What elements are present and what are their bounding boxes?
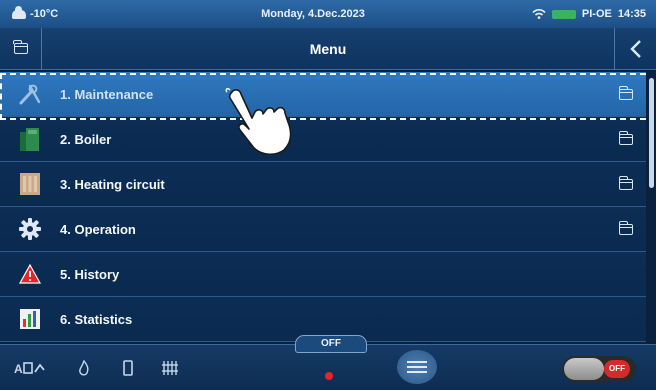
folder-icon [13,40,28,54]
bar-chart-icon [20,309,40,329]
cloud-icon [12,5,26,19]
folder-icon [618,175,633,190]
folder-icon [618,130,633,145]
menu-item-operation[interactable]: 4. Operation [0,207,646,252]
auto-mode-icon: A [14,362,45,375]
svg-text:A: A [14,362,23,375]
menu-item-label: 5. History [60,266,120,282]
power-toggle[interactable]: OFF [562,356,636,382]
title-bar: Menu [0,27,656,70]
wifi-icon [532,9,546,19]
menu-item-heating-circuit[interactable]: 3. Heating circuit [0,162,646,207]
menu-item-label: 3. Heating circuit [60,176,165,192]
radiator-icon [162,360,178,375]
outdoor-temperature: -10°C [30,8,59,20]
submenu-folder [606,175,646,190]
status-indicator-dot [325,372,333,380]
scroll-thumb[interactable] [649,78,654,188]
status-bar: -10°C Monday, 4.Dec.2023 PI-OE 14:35 [0,0,656,28]
submenu-folder [606,130,646,145]
weather-status: -10°C [0,5,200,20]
auto-mode-button[interactable]: A [0,345,60,390]
pointing-hand-icon [225,88,292,156]
chevron-left-icon [629,39,641,58]
warning-icon [19,264,41,284]
title-folder-button[interactable] [0,27,42,70]
boiler-button[interactable] [108,345,148,390]
menu-item-label: 4. Operation [60,221,136,237]
current-time: 14:35 [617,8,646,20]
menu-list: 1. Maintenance 2. Boiler 3. Heating circ… [0,72,646,342]
submenu-folder [606,85,646,100]
menu-item-history[interactable]: 5. History [0,252,646,297]
submenu-folder [606,220,646,235]
toggle-off-label: OFF [604,360,630,378]
flame-button[interactable] [60,345,108,390]
flame-icon [79,359,89,375]
folder-icon [618,220,633,235]
page-title: Menu [309,40,347,57]
gear-icon [19,218,41,240]
menu-item-label: 6. Statistics [60,311,133,327]
current-date: Monday, 4.Dec.2023 [261,8,365,20]
boiler-outline-icon [123,359,133,376]
main-menu-button[interactable] [397,350,437,384]
connection-status-icon [551,9,576,19]
menu-item-label: 2. Boiler [60,131,112,147]
back-button[interactable] [614,27,656,70]
device-name: PI-OE [581,8,612,20]
boiler-icon [20,128,39,151]
status-indicators: PI-OE 14:35 [426,8,656,20]
folder-icon [618,85,633,100]
off-status-tab[interactable]: OFF [295,335,367,353]
heating-circuit-icon [20,173,40,195]
menu-item-boiler[interactable]: 2. Boiler [0,117,646,162]
radiator-button[interactable] [148,345,192,390]
menu-item-label: 1. Maintenance [60,86,154,102]
tools-icon [19,84,41,105]
menu-item-maintenance[interactable]: 1. Maintenance [0,72,646,117]
toggle-knob [564,358,604,380]
scrollbar[interactable] [647,72,656,342]
